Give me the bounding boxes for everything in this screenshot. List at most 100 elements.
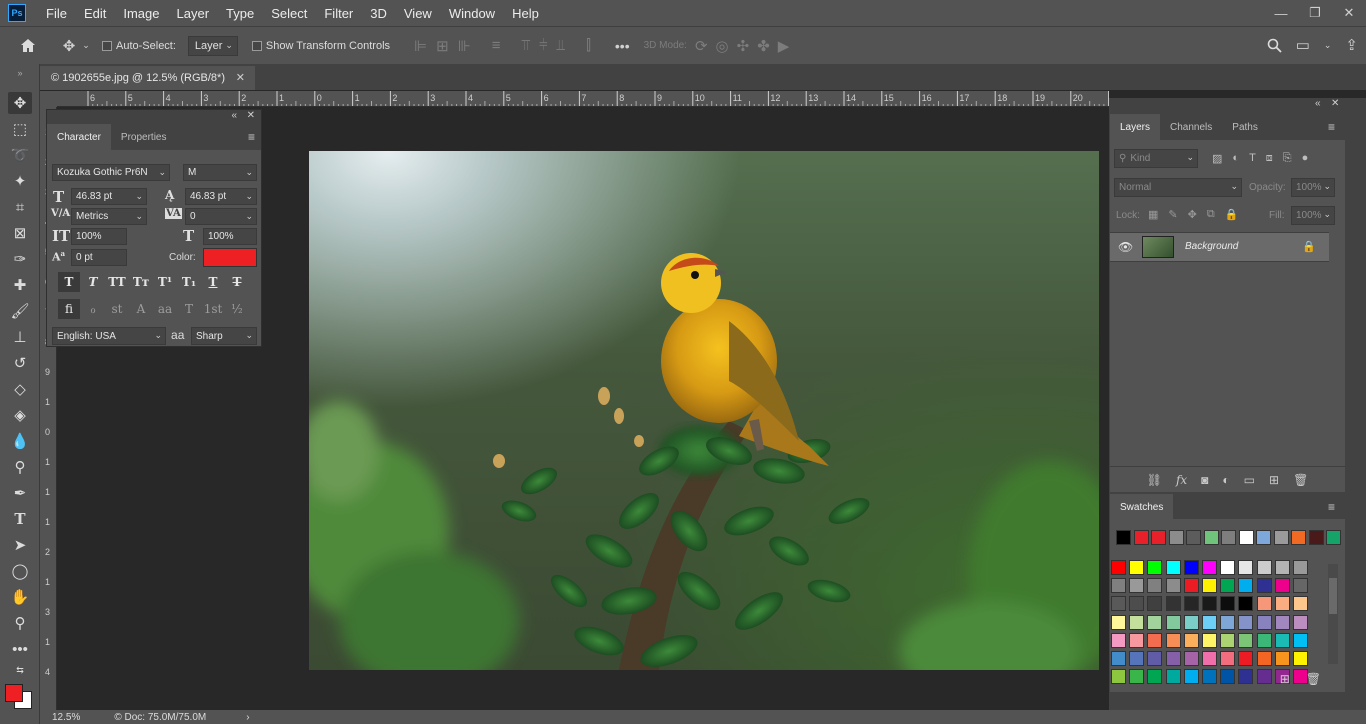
swatch[interactable] xyxy=(1129,651,1145,666)
swatch[interactable] xyxy=(1238,614,1254,630)
kerning-dropdown[interactable]: Metrics ⌄ xyxy=(71,208,147,225)
lasso-tool-icon[interactable]: ➰ xyxy=(8,144,32,166)
swatch[interactable] xyxy=(1202,632,1217,648)
marquee-tool-icon[interactable]: ⬚ xyxy=(8,118,32,140)
swatch[interactable] xyxy=(1183,651,1199,666)
swatch[interactable] xyxy=(1202,651,1217,666)
new-swatch-icon[interactable]: ⊞ xyxy=(1280,672,1290,686)
font-size-field[interactable]: 46.83 pt ⌄ xyxy=(71,188,147,205)
adjustment-layer-icon[interactable]: ◐ xyxy=(1222,473,1229,487)
swatch[interactable] xyxy=(1129,614,1145,630)
restore-icon[interactable]: ❐ xyxy=(1298,0,1332,26)
fractions-button[interactable]: ½ xyxy=(226,299,248,319)
subscript-button[interactable]: T₁ xyxy=(178,272,200,292)
swatch[interactable] xyxy=(1293,578,1308,594)
checkbox-box[interactable] xyxy=(251,40,262,51)
shape-filter-icon[interactable]: ⧈ xyxy=(1266,152,1273,165)
swatch[interactable] xyxy=(1293,632,1308,648)
swatch[interactable] xyxy=(1220,578,1236,594)
stamp-tool-icon[interactable]: ⊥ xyxy=(8,326,32,348)
swatch[interactable] xyxy=(1111,632,1126,648)
menu-3d[interactable]: 3D xyxy=(362,6,396,21)
paint-bucket-icon[interactable]: ◈ xyxy=(8,404,32,426)
menu-filter[interactable]: Filter xyxy=(316,6,362,21)
collapse-icon[interactable]: » xyxy=(8,68,32,78)
lock-position-icon[interactable]: ✥ xyxy=(1188,208,1197,221)
swatch[interactable] xyxy=(1256,669,1272,685)
tab-properties[interactable]: Properties xyxy=(111,124,177,150)
swatch[interactable] xyxy=(1238,560,1254,575)
ordinals-button[interactable]: 1st xyxy=(202,299,224,319)
swatch[interactable] xyxy=(1183,614,1199,630)
swatch[interactable] xyxy=(1111,669,1126,685)
layer-row-background[interactable]: 👁 Background 🔒 xyxy=(1110,232,1329,262)
swatch[interactable] xyxy=(1256,578,1272,594)
adjustment-filter-icon[interactable]: ◐ xyxy=(1232,152,1239,165)
swatch[interactable] xyxy=(1129,560,1145,575)
swatch[interactable] xyxy=(1202,614,1217,630)
blur-tool-icon[interactable]: 💧 xyxy=(8,430,32,452)
swatch[interactable] xyxy=(1293,614,1308,630)
smart-object-filter-icon[interactable]: ⎘ xyxy=(1283,152,1292,165)
font-style-dropdown[interactable]: M ⌄ xyxy=(183,164,257,181)
swatch[interactable] xyxy=(1202,560,1217,575)
recent-swatch[interactable] xyxy=(1168,530,1184,545)
swatch[interactable] xyxy=(1183,560,1199,575)
new-group-icon[interactable]: ▭ xyxy=(1244,473,1255,487)
workspace-icon[interactable]: ▭ xyxy=(1296,36,1310,54)
auto-select-checkbox[interactable]: Auto-Select: xyxy=(102,40,176,52)
zoom-level[interactable]: 12.5% xyxy=(52,712,80,723)
swatch[interactable] xyxy=(1256,596,1272,612)
horizontal-scale-field[interactable]: 100% xyxy=(203,228,257,245)
tracking-field[interactable]: 0 ⌄ xyxy=(185,208,257,225)
type-tool-icon[interactable]: T xyxy=(8,508,32,530)
checkbox-box[interactable] xyxy=(102,40,112,51)
close-icon[interactable]: ✕ xyxy=(1331,98,1339,109)
swatch[interactable] xyxy=(1238,578,1254,594)
crop-tool-icon[interactable]: ⌗ xyxy=(8,196,32,218)
swatch[interactable] xyxy=(1183,596,1199,612)
swatch[interactable] xyxy=(1147,614,1163,630)
swatch[interactable] xyxy=(1111,596,1126,612)
magic-wand-icon[interactable]: ✦ xyxy=(8,170,32,192)
swatch[interactable] xyxy=(1129,578,1145,594)
swatch[interactable] xyxy=(1165,632,1181,648)
swatch[interactable] xyxy=(1147,596,1163,612)
brush-tool-icon[interactable]: 🖌 xyxy=(8,300,32,322)
swatch[interactable] xyxy=(1256,632,1272,648)
chevron-down-icon[interactable]: ⌄ xyxy=(80,40,92,51)
stylistic-alternates-button[interactable]: aa xyxy=(154,299,176,319)
align-center-icon[interactable]: ⊞ xyxy=(436,37,449,55)
swatch[interactable] xyxy=(1147,632,1163,648)
eye-icon[interactable]: 👁 xyxy=(1118,240,1133,254)
history-brush-icon[interactable]: ↺ xyxy=(8,352,32,374)
all-caps-button[interactable]: TT xyxy=(106,272,128,292)
leading-field[interactable]: 46.83 pt ⌄ xyxy=(185,188,257,205)
standard-ligatures-button[interactable]: ﬁ xyxy=(58,299,80,319)
filter-toggle-icon[interactable]: ● xyxy=(1302,152,1309,165)
swatch[interactable] xyxy=(1183,669,1199,685)
swatch[interactable] xyxy=(1256,560,1272,575)
recent-swatch[interactable] xyxy=(1221,530,1236,545)
auto-select-dropdown[interactable]: Layer ⌄ xyxy=(187,35,238,56)
swatch[interactable] xyxy=(1293,651,1308,666)
swatch[interactable] xyxy=(1165,560,1181,575)
scrollbar-thumb[interactable] xyxy=(1329,578,1337,614)
swatch[interactable] xyxy=(1165,596,1181,612)
swatch[interactable] xyxy=(1147,669,1163,685)
menu-layer[interactable]: Layer xyxy=(169,6,219,21)
swatch[interactable] xyxy=(1165,651,1181,666)
language-dropdown[interactable]: English: USA ⌄ xyxy=(52,327,166,345)
tab-swatches[interactable]: Swatches xyxy=(1110,494,1174,520)
recent-swatch[interactable] xyxy=(1133,530,1149,545)
recent-swatch[interactable] xyxy=(1291,530,1306,545)
tab-paths[interactable]: Paths xyxy=(1222,114,1268,140)
menu-help[interactable]: Help xyxy=(504,6,548,21)
swatch[interactable] xyxy=(1256,614,1272,630)
close-tab-icon[interactable]: ✕ xyxy=(236,71,245,84)
swash-button[interactable]: A xyxy=(130,299,152,319)
blend-mode-dropdown[interactable]: Normal ⌄ xyxy=(1114,178,1242,197)
swatch[interactable] xyxy=(1147,560,1163,575)
align-bottom-icon[interactable]: ⫫ xyxy=(557,37,565,55)
recent-swatch[interactable] xyxy=(1238,530,1254,545)
